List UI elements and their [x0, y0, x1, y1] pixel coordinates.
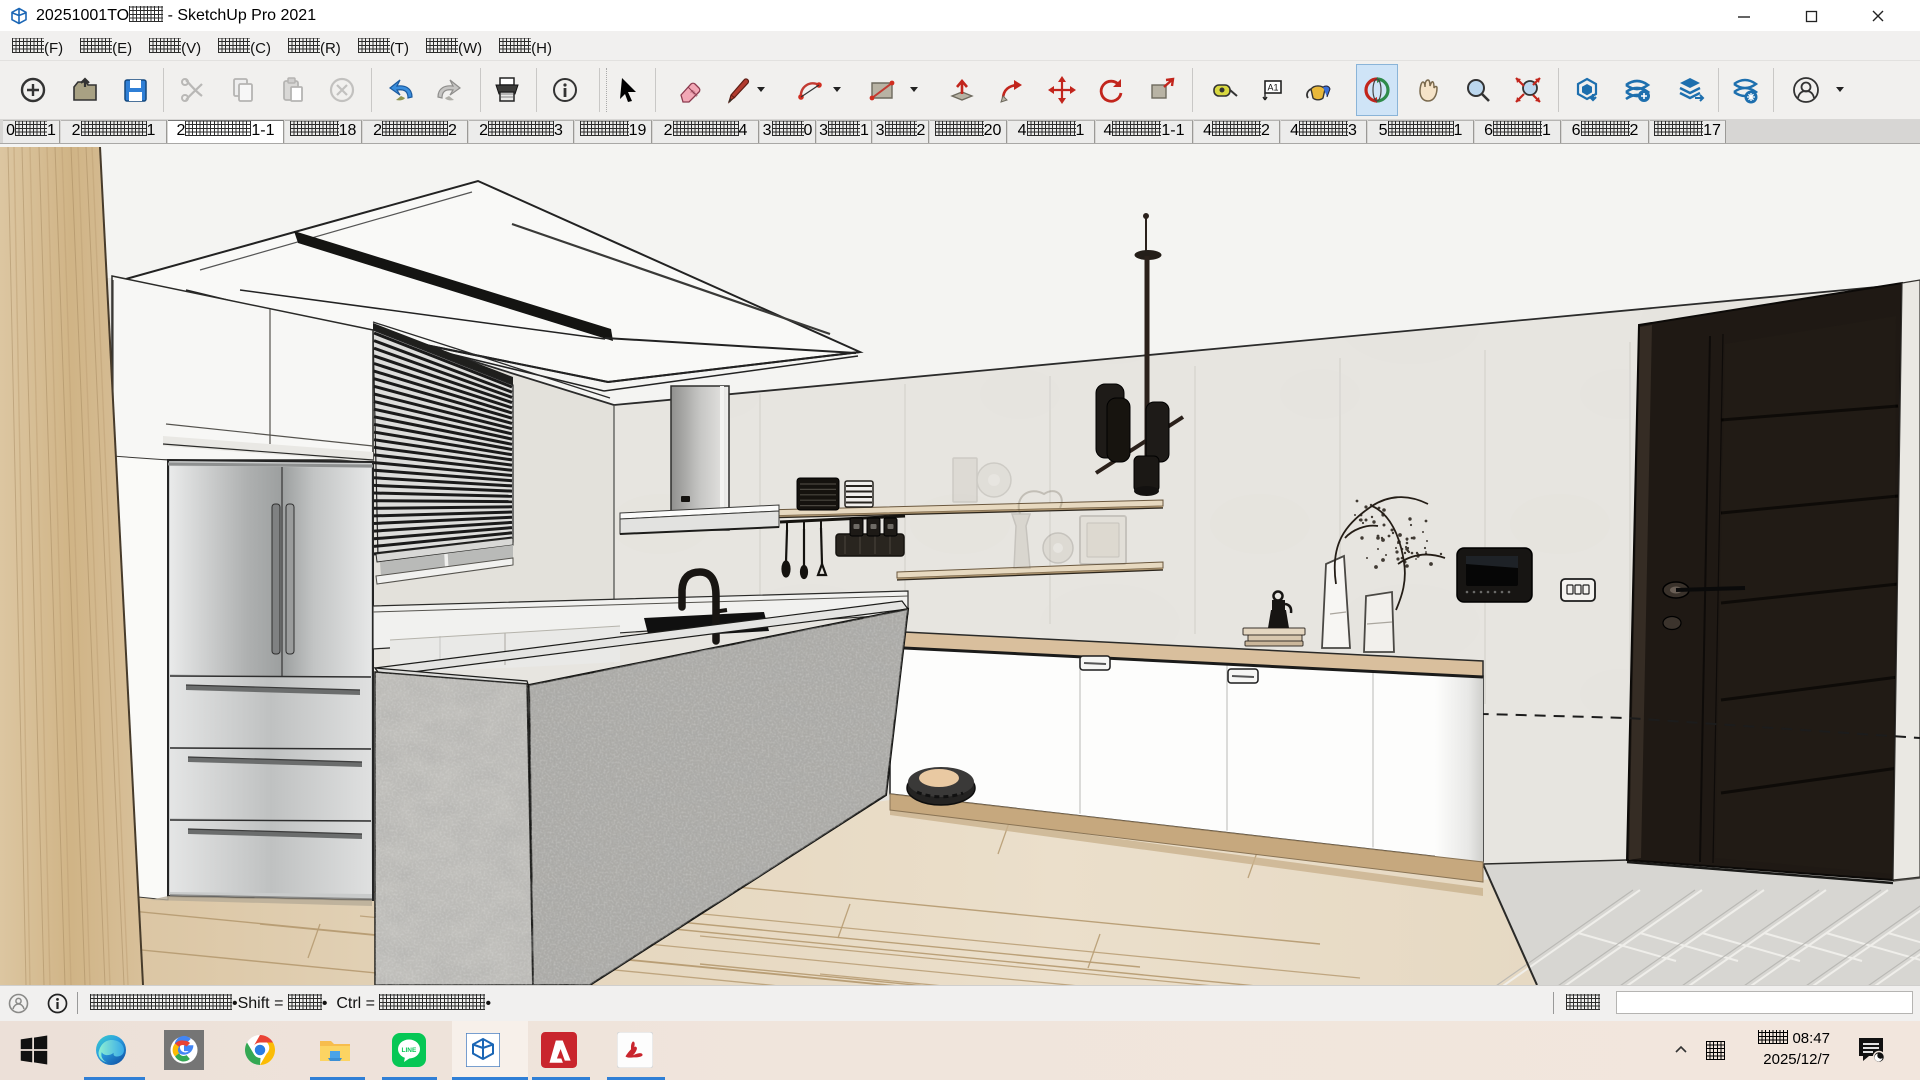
- svg-text:A1: A1: [1268, 83, 1279, 93]
- svg-text:LINE: LINE: [402, 1047, 417, 1054]
